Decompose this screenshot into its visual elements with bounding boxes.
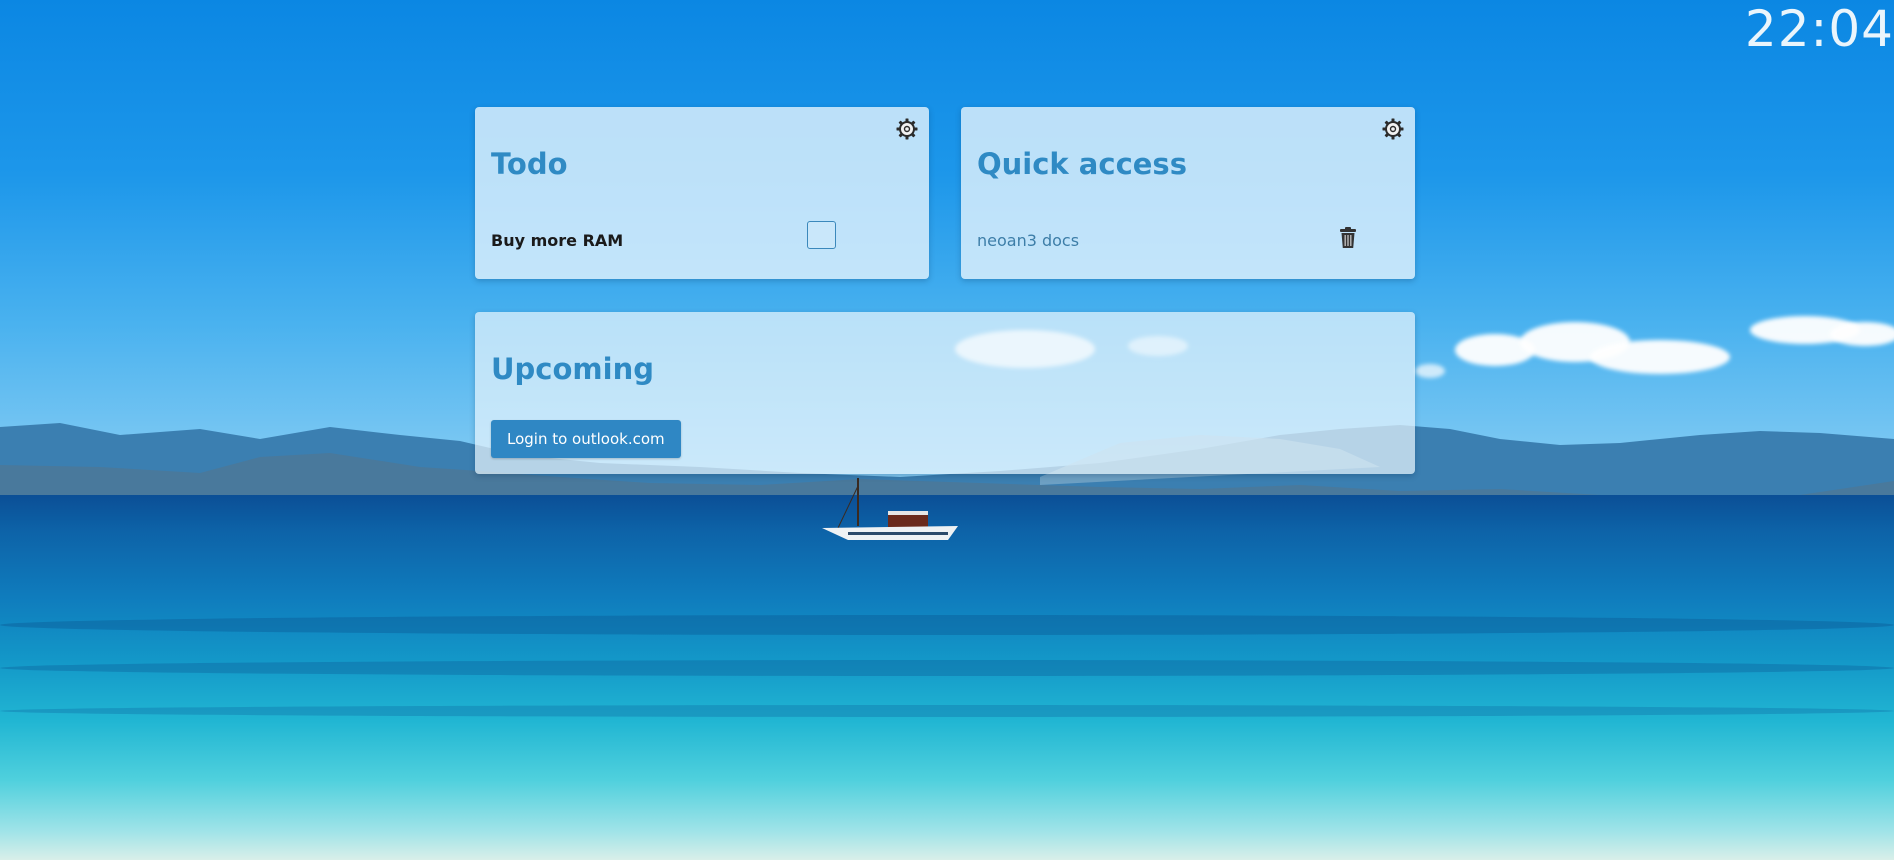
trash-icon[interactable]: [1338, 227, 1358, 249]
quick-access-title: Quick access: [977, 147, 1187, 181]
cloud: [1830, 322, 1894, 346]
gear-icon[interactable]: [1381, 117, 1405, 141]
cloud: [1415, 364, 1445, 378]
boat: [822, 478, 958, 540]
gear-icon[interactable]: [895, 117, 919, 141]
clock: 22:04: [1744, 0, 1894, 58]
quick-access-card: Quick access neoan3 docs: [961, 107, 1415, 279]
todo-title: Todo: [491, 147, 568, 181]
quick-access-link[interactable]: neoan3 docs: [977, 231, 1079, 250]
todo-card: Todo Buy more RAM: [475, 107, 929, 279]
upcoming-card: Upcoming Login to outlook.com: [475, 312, 1415, 474]
cloud: [1590, 340, 1730, 374]
todo-item-checkbox[interactable]: [807, 221, 836, 249]
todo-item-label: Buy more RAM: [491, 231, 624, 250]
sea: [0, 495, 1894, 860]
login-outlook-button[interactable]: Login to outlook.com: [491, 420, 681, 458]
upcoming-title: Upcoming: [491, 352, 654, 386]
